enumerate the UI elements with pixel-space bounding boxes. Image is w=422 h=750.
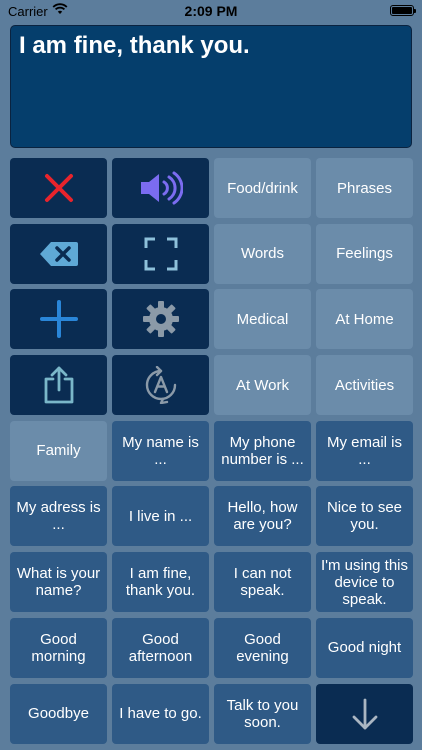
autocomplete-button[interactable] bbox=[112, 355, 209, 416]
arrow-down-icon bbox=[352, 698, 378, 730]
clock: 2:09 PM bbox=[184, 3, 238, 19]
phrase-tile[interactable]: Good morning bbox=[10, 617, 107, 678]
category-activities[interactable]: Activities bbox=[316, 355, 413, 416]
add-button[interactable] bbox=[10, 289, 107, 350]
settings-button[interactable] bbox=[112, 289, 209, 350]
category-words[interactable]: Words bbox=[214, 223, 311, 284]
clear-button[interactable] bbox=[10, 158, 107, 218]
phrase-tile[interactable]: Hello, how are you? bbox=[214, 486, 311, 547]
fullscreen-button[interactable] bbox=[112, 223, 209, 284]
battery-icon bbox=[390, 5, 416, 16]
delete-button[interactable] bbox=[10, 223, 107, 284]
category-family[interactable]: Family bbox=[10, 420, 107, 481]
fullscreen-icon bbox=[144, 237, 178, 271]
phrase-tile[interactable]: I can not speak. bbox=[214, 552, 311, 613]
phrase-tile[interactable]: I'm using this device to speak. bbox=[316, 552, 413, 613]
share-button[interactable] bbox=[10, 355, 107, 416]
phrase-tile[interactable]: Nice to see you. bbox=[316, 486, 413, 547]
category-at-home[interactable]: At Home bbox=[316, 289, 413, 350]
category-phrases[interactable]: Phrases bbox=[316, 158, 413, 218]
message-display[interactable]: I am fine, thank you. bbox=[10, 25, 412, 148]
phrase-tile[interactable]: Talk to you soon. bbox=[214, 683, 311, 744]
category-medical[interactable]: Medical bbox=[214, 289, 311, 350]
phrase-tile[interactable]: My phone number is ... bbox=[214, 420, 311, 481]
close-icon bbox=[43, 172, 75, 204]
board-grid: Food/drink Phrases Words Feelings Medica… bbox=[10, 158, 413, 744]
phrase-tile[interactable]: My name is ... bbox=[112, 420, 209, 481]
phrase-tile[interactable]: My email is ... bbox=[316, 420, 413, 481]
backspace-icon bbox=[39, 239, 79, 269]
speak-button[interactable] bbox=[112, 158, 209, 218]
auto-text-icon bbox=[144, 366, 178, 405]
phrase-tile[interactable]: I have to go. bbox=[112, 683, 209, 744]
phrase-tile[interactable]: Goodbye bbox=[10, 683, 107, 744]
phrase-tile[interactable]: Good night bbox=[316, 617, 413, 678]
phrase-tile[interactable]: Good evening bbox=[214, 617, 311, 678]
phrase-tile[interactable]: I am fine, thank you. bbox=[112, 552, 209, 613]
gear-icon bbox=[142, 300, 180, 338]
category-at-work[interactable]: At Work bbox=[214, 355, 311, 416]
category-feelings[interactable]: Feelings bbox=[316, 223, 413, 284]
phrase-tile[interactable]: My adress is ... bbox=[10, 486, 107, 547]
category-food-drink[interactable]: Food/drink bbox=[214, 158, 311, 218]
scroll-down-button[interactable] bbox=[316, 683, 413, 744]
phrase-tile[interactable]: Good afternoon bbox=[112, 617, 209, 678]
speaker-icon bbox=[139, 171, 183, 205]
share-icon bbox=[42, 366, 76, 404]
status-bar: Carrier 2:09 PM bbox=[0, 0, 422, 22]
phrase-tile[interactable]: I live in ... bbox=[112, 486, 209, 547]
phrase-tile[interactable]: What is your name? bbox=[10, 552, 107, 613]
plus-icon bbox=[39, 300, 78, 339]
